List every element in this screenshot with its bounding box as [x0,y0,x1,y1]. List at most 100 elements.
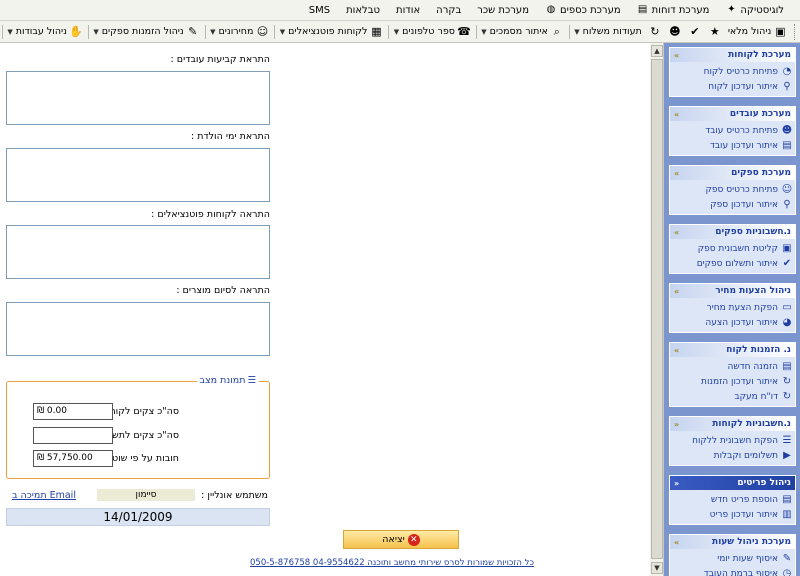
nav-group-header[interactable]: נ. הזמנות לקוח « [670,343,795,357]
toolbar-item-7[interactable]: ☎ ספר טלפונים ▼ [391,25,474,39]
nav-item[interactable]: ▥ איתור ועדכון פריט [672,507,793,522]
add-item-icon: ▤ [782,493,792,505]
products-end-alert-box[interactable] [6,302,270,356]
nav-item[interactable]: ◕ איתור ועדכון הצעה [672,315,793,330]
collapse-chevron-icon[interactable]: « [674,228,679,237]
scroll-thumb[interactable] [651,59,663,559]
inventory-icon: ▣ [775,24,786,38]
dropdown-arrow-icon[interactable]: ▼ [481,28,486,36]
birthday-alert-box[interactable] [6,148,270,202]
menu-item-1[interactable]: מערכת דוחות ▤ [629,4,718,16]
nav-group-body: ▤ הוספת פריט חדש ▥ איתור ועדכון פריט [670,490,795,524]
menu-item-7[interactable]: SMS [301,5,338,16]
toolbar-item-5[interactable]: תעודות משלוח ▼ [571,26,645,37]
nav-group-header[interactable]: מערכת עובדים « [670,107,795,121]
collapse-chevron-icon[interactable]: » [674,420,679,429]
dropdown-arrow-icon[interactable]: ▼ [280,28,285,36]
nav-group-header[interactable]: ניהול פריטים » [670,476,795,490]
refresh-icon: ↻ [650,24,660,38]
copyright-link[interactable]: כל הזכויות שמורות לסרס שירותי מחשב ותוכנ… [250,558,534,568]
nav-group-7: ניהול פריטים » ▤ הוספת פריט חדש ▥ איתור ועדכו… [669,475,796,525]
collapse-chevron-icon[interactable]: « [674,346,679,355]
nav-item[interactable]: ↻ איתור ועדכון הזמנות [672,374,793,389]
nav-group-header[interactable]: מערכת לקוחות « [670,48,795,62]
nav-item[interactable]: ◔ פתיחת כרטיס לקוח [672,64,793,79]
toolbar-item-6[interactable]: ⌕ איתור מסמכים ▼ [478,25,567,39]
star-icon: ★ [709,24,720,38]
person-icon: ☻ [669,24,681,38]
prospects-alert-box[interactable] [6,225,270,279]
dropdown-arrow-icon[interactable]: ▼ [394,28,399,36]
status-legend-text: תמונת מצב [199,375,246,386]
toolbar: ▣ ניהול מלאי ★ ✔ ☻ ↻ תעודות משלוח ▼ ⌕ איתור מסמכי… [0,21,800,43]
exit-button[interactable]: ✕ יציאה [343,530,459,549]
toolbar-item-1[interactable]: ★ [705,25,725,39]
dropdown-arrow-icon[interactable]: ▼ [93,28,98,36]
toolbar-item-11[interactable]: ✋ ניהול עבודות ▼ [4,25,86,39]
nav-group-header[interactable]: ניהול הצעות מחיר « [670,284,795,298]
nav-item[interactable]: ▤ הזמנה חדשה [672,359,793,374]
folder-icon: ▭ [782,301,792,313]
checkmark-icon: ✔ [782,257,792,269]
nav-item[interactable]: ▤ הוספת פריט חדש [672,492,793,507]
toolbar-item-9[interactable]: ☺ מחירונים ▼ [207,25,272,39]
refresh-icon: ↻ [782,375,792,387]
dropdown-arrow-icon[interactable]: ▼ [7,28,12,36]
toolbar-item-8[interactable]: ▦ לקוחות פוטנציאלים ▼ [277,25,387,39]
collapse-chevron-icon[interactable]: « [674,110,679,119]
menu-item-5[interactable]: אודות [388,5,428,16]
toolbar-item-10[interactable]: ✎ ניהול הזמנות ספקים ▼ [90,25,202,39]
nav-item[interactable]: ▭ הפקת הצעת מחיר [672,300,793,315]
document-search-icon: ⌕ [553,24,560,38]
nav-group-body: ☰ הפקת חשבונית ללקוח ▶ תשלומים וקבלות [670,431,795,465]
nav-item[interactable]: ✔ איתור ותשלום ספקים [672,256,793,271]
nav-item[interactable]: ◷ איסוף ברמת העובד [672,566,793,576]
collapse-chevron-icon[interactable]: » [674,479,679,488]
nav-group-title: מערכת עובדים [729,109,791,119]
nav-item[interactable]: ▣ קליטת חשבונית ספק [672,241,793,256]
toolbar-item-3[interactable]: ☻ [665,25,685,39]
nav-group-body: ◔ פתיחת כרטיס לקוח ⚲ איתור ועדכון לקוח [670,62,795,96]
nav-scrollbar[interactable]: ▲ ▼ [650,43,664,576]
toolbar-grip[interactable] [794,23,796,40]
nav-item-label: איסוף ברמת העובד [703,568,778,576]
menu-item-4[interactable]: בקרה [428,5,469,16]
collapse-chevron-icon[interactable]: « [674,169,679,178]
nav-group-header[interactable]: מערכת ניהול שעות « [670,535,795,549]
menu-item-2[interactable]: מערכת כספים ◍ [537,4,629,16]
dropdown-arrow-icon[interactable]: ▼ [574,28,579,36]
nav-item[interactable]: ⚲ איתור ועדכון לקוח [672,79,793,94]
nav-item[interactable]: ✎ איסוף שעות יומי [672,551,793,566]
nav-item[interactable]: ⚲ איתור ועדכון ספק [672,197,793,212]
open-card-icon: ◔ [782,65,792,77]
nav-item[interactable]: ▶ תשלומים וקבלות [672,448,793,463]
phonebook-icon: ☎ [457,24,471,38]
toolbar-item-0[interactable]: ▣ ניהול מלאי [725,25,790,39]
nav-item[interactable]: ☰ הפקת חשבונית ללקוח [672,433,793,448]
menu-item-label: מערכת דוחות [651,4,710,16]
employee-tenure-alert-box[interactable] [6,71,270,125]
nav-group-header[interactable]: נ.חשבוניות ספקים « [670,225,795,239]
scroll-up-arrow-icon[interactable]: ▲ [651,45,663,57]
menu-item-3[interactable]: מערכת שכר [469,5,537,16]
nav-group-header[interactable]: נ.חשבוניות לקוחות » [670,417,795,431]
email-support-link[interactable]: תמיכה ב Email [12,490,76,501]
nav-group-body: ☻ פתיחת כרטיס עובד ▤ איתור ועדכון עובד [670,121,795,155]
employee-doc-icon: ▤ [782,139,792,151]
collapse-chevron-icon[interactable]: « [674,538,679,547]
toolbar-item-4[interactable]: ↻ [645,25,665,39]
menu-item-0[interactable]: לוגיסטיקה ✦ [717,4,792,16]
menu-item-6[interactable]: טבלאות [338,5,388,16]
online-user-row: משתמש אונליין : סיימון תמיכה ב Email [6,489,270,503]
nav-item[interactable]: ▤ איתור ועדכון עובד [672,138,793,153]
collapse-chevron-icon[interactable]: « [674,287,679,296]
nav-item[interactable]: ↻ דו"ח מעקב [672,389,793,404]
collapse-chevron-icon[interactable]: « [674,51,679,60]
toolbar-item-2[interactable]: ✔ [685,25,705,39]
nav-group-title: נ.חשבוניות לקוחות [712,419,791,429]
scroll-down-arrow-icon[interactable]: ▼ [651,562,663,574]
nav-item[interactable]: ☻ פתיחת כרטיס עובד [672,123,793,138]
dropdown-arrow-icon[interactable]: ▼ [210,28,215,36]
nav-group-header[interactable]: מערכת ספקים « [670,166,795,180]
nav-item[interactable]: ☺ פתיחת כרטיס ספק [672,182,793,197]
